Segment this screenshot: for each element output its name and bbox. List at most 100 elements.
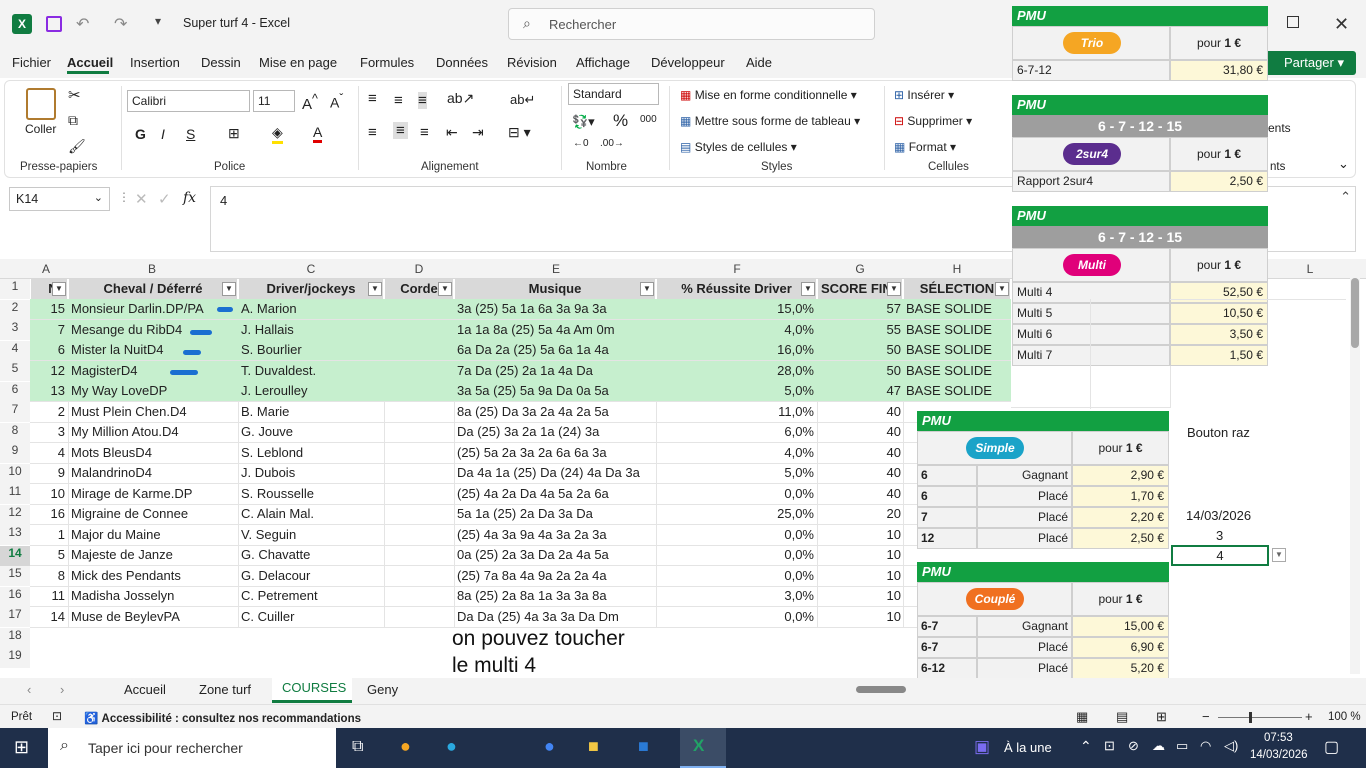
cut-icon[interactable]: ✂ bbox=[68, 86, 81, 104]
cell-sel[interactable]: BASE SOLIDE bbox=[906, 361, 1010, 381]
cell-score[interactable]: 10 bbox=[818, 586, 901, 606]
collapse-formula-icon[interactable]: ⌃ bbox=[1340, 189, 1351, 205]
horizontal-scrollbar-thumb[interactable] bbox=[856, 686, 906, 693]
cell-driver[interactable]: S. Bourlier bbox=[241, 340, 383, 360]
wifi-icon[interactable]: ◠ bbox=[1200, 738, 1211, 754]
align-top-icon[interactable]: ≡ bbox=[368, 90, 377, 107]
col-header-g[interactable]: G bbox=[854, 262, 866, 276]
format-painter-icon[interactable]: 🖌 bbox=[68, 138, 86, 155]
increase-decimal-icon[interactable]: ←0 bbox=[573, 138, 589, 149]
row-header[interactable]: 6 bbox=[0, 381, 30, 402]
menu-accueil[interactable]: Accueil bbox=[67, 55, 113, 70]
cell-n[interactable]: 15 bbox=[31, 299, 65, 319]
cell-n[interactable]: 1 bbox=[31, 525, 65, 545]
name-box-dropdown-icon[interactable]: ⌄ bbox=[94, 191, 103, 204]
menu-revision[interactable]: Révision bbox=[507, 55, 557, 70]
cell-n[interactable]: 9 bbox=[31, 463, 65, 483]
row-header[interactable]: 19 bbox=[0, 648, 30, 668]
decrease-indent-icon[interactable]: ⇤ bbox=[446, 124, 458, 141]
paste-icon[interactable] bbox=[26, 88, 56, 120]
paste-label[interactable]: Coller bbox=[25, 122, 56, 136]
cell-pct[interactable]: 5,0% bbox=[657, 381, 814, 401]
cell-horse[interactable]: My Way LoveDP bbox=[71, 381, 239, 401]
cell-sel[interactable]: BASE SOLIDE bbox=[906, 299, 1010, 319]
cell-music[interactable]: Da (25) 3a 2a 1a (24) 3a bbox=[457, 422, 655, 442]
file-explorer-icon[interactable]: ■ bbox=[588, 736, 599, 757]
search-box[interactable]: ⌕ Rechercher bbox=[508, 8, 875, 40]
format-button[interactable]: ▦ Format ▾ bbox=[894, 140, 956, 154]
name-box[interactable]: K14 ⌄ bbox=[9, 187, 110, 211]
cell-music[interactable]: 3a (25) 5a 1a 6a 3a 9a 3a bbox=[457, 299, 655, 319]
cell-driver[interactable]: J. Leroulley bbox=[241, 381, 383, 401]
tray-chevron-icon[interactable]: ⌃ bbox=[1080, 738, 1092, 755]
cell-score[interactable]: 40 bbox=[818, 484, 901, 504]
cell-n[interactable]: 12 bbox=[31, 361, 65, 381]
zoom-out-icon[interactable]: − bbox=[1202, 709, 1210, 724]
cell-horse[interactable]: Muse de BeylevPA bbox=[71, 607, 239, 627]
menu-formules[interactable]: Formules bbox=[360, 55, 414, 70]
cell-horse[interactable]: Mirage de Karme.DP bbox=[71, 484, 239, 504]
cell-driver[interactable]: G. Delacour bbox=[241, 566, 383, 586]
cell-pct[interactable]: 16,0% bbox=[657, 340, 814, 360]
cell-music[interactable]: (25) 7a 8a 4a 9a 2a 2a 4a bbox=[457, 566, 655, 586]
cell-score[interactable]: 20 bbox=[818, 504, 901, 524]
row-header[interactable]: 13 bbox=[0, 525, 30, 545]
cell-music[interactable]: 1a 1a 8a (25) 5a 4a Am 0m bbox=[457, 320, 655, 340]
cell-driver[interactable]: B. Marie bbox=[241, 402, 383, 422]
row-header[interactable]: 11 bbox=[0, 484, 30, 504]
align-right-icon[interactable]: ≡ bbox=[420, 124, 429, 141]
cell-score[interactable]: 47 bbox=[818, 381, 901, 401]
cloud-icon[interactable]: ☁ bbox=[1152, 738, 1165, 754]
col-header-d[interactable]: D bbox=[413, 262, 425, 276]
tray-icon[interactable]: ⊡ bbox=[1104, 738, 1115, 754]
align-middle-icon[interactable]: ≡ bbox=[394, 92, 403, 109]
cell-driver[interactable]: C. Alain Mal. bbox=[241, 504, 383, 524]
decrease-decimal-icon[interactable]: .00→ bbox=[600, 138, 624, 149]
cell-n[interactable]: 13 bbox=[31, 381, 65, 401]
cell-driver[interactable]: S. Leblond bbox=[241, 443, 383, 463]
battery-icon[interactable]: ▭ bbox=[1176, 738, 1188, 754]
filter-icon[interactable]: ▼ bbox=[995, 282, 1009, 296]
cell-sel[interactable]: BASE SOLIDE bbox=[906, 381, 1010, 401]
cell-score[interactable]: 40 bbox=[818, 422, 901, 442]
taskbar-search[interactable]: ⌕ Taper ici pour rechercher bbox=[48, 728, 336, 768]
orientation-icon[interactable]: ab↗ bbox=[447, 90, 474, 107]
task-view-icon[interactable]: ⧉ bbox=[352, 738, 363, 756]
zoom-in-icon[interactable]: + bbox=[1305, 709, 1313, 724]
vertical-scrollbar[interactable] bbox=[1350, 262, 1360, 674]
cell-horse[interactable]: Migraine de Connee bbox=[71, 504, 239, 524]
col-header-a[interactable]: A bbox=[40, 262, 52, 276]
cell-driver[interactable]: A. Marion bbox=[241, 299, 383, 319]
macro-icon[interactable]: ⊡ bbox=[52, 709, 62, 723]
prev-sheet-icon[interactable]: ‹ bbox=[27, 682, 31, 697]
cell-horse[interactable]: My Million Atou.D4 bbox=[71, 422, 239, 442]
menu-dessin[interactable]: Dessin bbox=[201, 55, 241, 70]
cell-score[interactable]: 55 bbox=[818, 320, 901, 340]
currency-icon[interactable]: 💱▾ bbox=[572, 114, 595, 130]
cell-driver[interactable]: V. Seguin bbox=[241, 525, 383, 545]
cell-music[interactable]: (25) 5a 2a 3a 2a 6a 6a 3a bbox=[457, 443, 655, 463]
clock-time[interactable]: 07:53 bbox=[1264, 732, 1293, 744]
cell-pct[interactable]: 15,0% bbox=[657, 299, 814, 319]
copy-icon[interactable]: ⧉ bbox=[68, 112, 78, 129]
align-center-icon[interactable]: ≡ bbox=[393, 122, 408, 139]
filter-icon[interactable]: ▼ bbox=[887, 282, 901, 296]
news-label[interactable]: À la une bbox=[1004, 740, 1052, 755]
cell-driver[interactable]: J. Dubois bbox=[241, 463, 383, 483]
borders-icon[interactable]: ⊞ bbox=[228, 125, 240, 142]
zoom-slider[interactable] bbox=[1218, 712, 1302, 723]
edge-icon[interactable]: ● bbox=[446, 736, 457, 757]
align-bottom-icon[interactable]: ≡ bbox=[418, 92, 427, 109]
header-musique[interactable]: Musique bbox=[455, 279, 656, 299]
row-header[interactable]: 7 bbox=[0, 402, 30, 422]
cell-driver[interactable]: T. Duvaldest. bbox=[241, 361, 383, 381]
zoom-level[interactable]: 100 % bbox=[1328, 711, 1361, 723]
cell-driver[interactable]: J. Hallais bbox=[241, 320, 383, 340]
cell-n[interactable]: 8 bbox=[31, 566, 65, 586]
cell-score[interactable]: 50 bbox=[818, 340, 901, 360]
row-header[interactable]: 18 bbox=[0, 627, 30, 648]
reset-button-label[interactable]: Bouton raz bbox=[1187, 425, 1250, 440]
row-header[interactable]: 3 bbox=[0, 320, 30, 340]
windows-start-icon[interactable]: ⊞ bbox=[14, 737, 29, 758]
page-break-icon[interactable]: ⊞ bbox=[1156, 709, 1167, 725]
